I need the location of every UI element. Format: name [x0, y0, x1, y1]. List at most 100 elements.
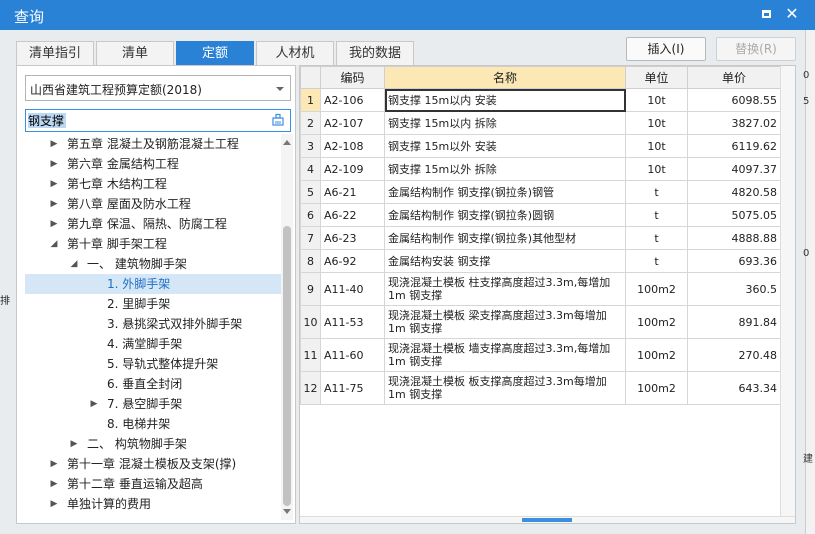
expand-arrow-icon[interactable]: ▶	[89, 394, 99, 414]
cell-unit[interactable]: 10t	[625, 157, 688, 181]
expand-arrow-icon[interactable]: ▶	[49, 474, 59, 494]
table-row[interactable]: 5 A6-21 金属结构制作 钢支撑(钢拉条)钢管 t 4820.58	[300, 180, 781, 204]
tree-scrollbar[interactable]	[281, 134, 293, 520]
cell-price[interactable]: 5075.05	[687, 203, 781, 227]
search-input[interactable]	[28, 112, 268, 129]
tree-item[interactable]: 4. 满堂脚手架	[25, 334, 281, 354]
cell-code[interactable]: A6-21	[320, 180, 385, 204]
expand-arrow-icon[interactable]: ▶	[69, 434, 79, 454]
expand-arrow-icon[interactable]: ▶	[49, 494, 59, 514]
search-field[interactable]	[25, 109, 291, 132]
tree-item[interactable]: ◢ 第十章 脚手架工程	[25, 234, 281, 254]
cell-unit[interactable]: 10t	[625, 88, 688, 112]
tree-item[interactable]: 6. 垂直全封闭	[25, 374, 281, 394]
table-horizontal-scrollbar[interactable]	[300, 516, 795, 523]
cell-unit[interactable]: 100m2	[625, 305, 688, 339]
cell-price[interactable]: 6119.62	[687, 134, 781, 158]
cell-unit[interactable]: 10t	[625, 111, 688, 135]
tree-item[interactable]: ▶ 第十二章 垂直运输及超高	[25, 474, 281, 494]
tree-item[interactable]: ▶ 7. 悬空脚手架	[25, 394, 281, 414]
tree-item[interactable]: 2. 里脚手架	[25, 294, 281, 314]
cell-price[interactable]: 6098.55	[687, 88, 781, 112]
table-row[interactable]: 2 A2-107 钢支撑 15m以内 拆除 10t 3827.02	[300, 111, 781, 135]
expand-arrow-icon[interactable]: ▶	[49, 154, 59, 174]
table-row[interactable]: 10 A11-53 现浇混凝土模板 梁支撑高度超过3.3m每增加1m 钢支撑 100m…	[300, 305, 781, 339]
table-row-selected[interactable]: 1 A2-106 钢支撑 15m以内 安装 10t 6098.55	[300, 88, 781, 112]
title-bar[interactable]: 查询 ✕	[0, 0, 815, 30]
cell-code[interactable]: A2-108	[320, 134, 385, 158]
tree-item[interactable]: ◢ 一、 建筑物脚手架	[25, 254, 281, 274]
tree-item[interactable]: ▶ 第十一章 混凝土模板及支架(撑)	[25, 454, 281, 474]
column-header-name[interactable]: 名称	[384, 66, 626, 89]
tree-item[interactable]: ▶ 第五章 混凝土及钢筋混凝土工程	[25, 134, 281, 154]
scroll-down-icon[interactable]	[283, 509, 291, 514]
table-vertical-scrollbar[interactable]	[780, 66, 795, 516]
tree-item[interactable]: ▶ 第六章 金属结构工程	[25, 154, 281, 174]
tab-my-data[interactable]: 我的数据	[336, 41, 414, 65]
cell-price[interactable]: 891.84	[687, 305, 781, 339]
tab-quota[interactable]: 定额	[176, 41, 254, 65]
cell-code[interactable]: A11-40	[320, 272, 385, 306]
table-row[interactable]: 11 A11-60 现浇混凝土模板 墙支撑高度超过3.3m,每增加1m 钢支撑 100…	[300, 338, 781, 372]
column-header-price[interactable]: 单价	[687, 66, 781, 89]
close-icon[interactable]: ✕	[782, 4, 802, 24]
collapse-arrow-icon[interactable]: ◢	[49, 234, 59, 254]
chevron-down-icon[interactable]	[276, 87, 284, 91]
cell-price[interactable]: 360.5	[687, 272, 781, 306]
tab-bill[interactable]: 清单	[96, 41, 174, 65]
cell-code[interactable]: A11-60	[320, 338, 385, 372]
tree-item[interactable]: 5. 导轨式整体提升架	[25, 354, 281, 374]
cell-price[interactable]: 693.36	[687, 249, 781, 273]
cell-unit[interactable]: t	[625, 249, 688, 273]
column-header-code[interactable]: 编码	[320, 66, 385, 89]
cell-name[interactable]: 现浇混凝土模板 梁支撑高度超过3.3m每增加1m 钢支撑	[384, 305, 626, 339]
tree-item[interactable]: ▶ 第九章 保温、隔热、防腐工程	[25, 214, 281, 234]
tree-item[interactable]: ▶ 二、 构筑物脚手架	[25, 434, 281, 454]
cell-unit[interactable]: 100m2	[625, 371, 688, 405]
cell-name[interactable]: 现浇混凝土模板 墙支撑高度超过3.3m,每增加1m 钢支撑	[384, 338, 626, 372]
expand-arrow-icon[interactable]: ▶	[49, 174, 59, 194]
expand-arrow-icon[interactable]: ▶	[49, 214, 59, 234]
tree-item[interactable]: 3. 悬挑梁式双排外脚手架	[25, 314, 281, 334]
table-row[interactable]: 6 A6-22 金属结构制作 钢支撑(钢拉条)圆钢 t 5075.05	[300, 203, 781, 227]
cell-name[interactable]: 钢支撑 15m以外 安装	[384, 134, 626, 158]
quota-library-dropdown[interactable]: 山西省建筑工程预算定额(2018)	[25, 75, 291, 101]
cell-code[interactable]: A6-22	[320, 203, 385, 227]
tree-item[interactable]: 8. 电梯井架	[25, 414, 281, 434]
maximize-icon[interactable]	[756, 4, 776, 24]
cell-code[interactable]: A2-106	[320, 88, 385, 112]
table-row[interactable]: 12 A11-75 现浇混凝土模板 板支撑高度超过3.3m每增加1m 钢支撑 100m…	[300, 371, 781, 405]
eraser-icon[interactable]	[271, 113, 285, 127]
cell-name[interactable]: 钢支撑 15m以内 安装	[384, 88, 626, 112]
table-row[interactable]: 8 A6-92 金属结构安装 钢支撑 t 693.36	[300, 249, 781, 273]
cell-name[interactable]: 金属结构制作 钢支撑(钢拉条)圆钢	[384, 203, 626, 227]
cell-price[interactable]: 4820.58	[687, 180, 781, 204]
cell-name[interactable]: 现浇混凝土模板 板支撑高度超过3.3m每增加1m 钢支撑	[384, 371, 626, 405]
cell-code[interactable]: A6-23	[320, 226, 385, 250]
cell-name[interactable]: 金属结构制作 钢支撑(钢拉条)钢管	[384, 180, 626, 204]
cell-price[interactable]: 4097.37	[687, 157, 781, 181]
cell-code[interactable]: A11-53	[320, 305, 385, 339]
table-row[interactable]: 3 A2-108 钢支撑 15m以外 安装 10t 6119.62	[300, 134, 781, 158]
column-header-unit[interactable]: 单位	[625, 66, 688, 89]
tree-item[interactable]: ▶ 第七章 木结构工程	[25, 174, 281, 194]
replace-button[interactable]: 替换(R)	[716, 37, 796, 61]
cell-price[interactable]: 3827.02	[687, 111, 781, 135]
tree-item[interactable]: ▶ 第八章 屋面及防水工程	[25, 194, 281, 214]
cell-price[interactable]: 270.48	[687, 338, 781, 372]
expand-arrow-icon[interactable]: ▶	[49, 454, 59, 474]
expand-arrow-icon[interactable]: ▶	[49, 194, 59, 214]
cell-name[interactable]: 现浇混凝土模板 柱支撑高度超过3.3m,每增加1m 钢支撑	[384, 272, 626, 306]
cell-code[interactable]: A6-92	[320, 249, 385, 273]
table-row[interactable]: 4 A2-109 钢支撑 15m以外 拆除 10t 4097.37	[300, 157, 781, 181]
cell-code[interactable]: A11-75	[320, 371, 385, 405]
cell-code[interactable]: A2-109	[320, 157, 385, 181]
tree-item[interactable]: ▶ 单独计算的费用	[25, 494, 281, 514]
chapter-tree[interactable]: ▶ 第五章 混凝土及钢筋混凝土工程 ▶ 第六章 金属结构工程 ▶ 第七章 木结构工程 …	[25, 134, 281, 520]
cell-unit[interactable]: 100m2	[625, 338, 688, 372]
splitter-handle[interactable]	[522, 518, 572, 522]
insert-button[interactable]: 插入(I)	[626, 37, 706, 61]
scroll-up-icon[interactable]	[283, 140, 291, 145]
cell-name[interactable]: 金属结构制作 钢支撑(钢拉条)其他型材	[384, 226, 626, 250]
tab-labor-material-machine[interactable]: 人材机	[256, 41, 334, 65]
